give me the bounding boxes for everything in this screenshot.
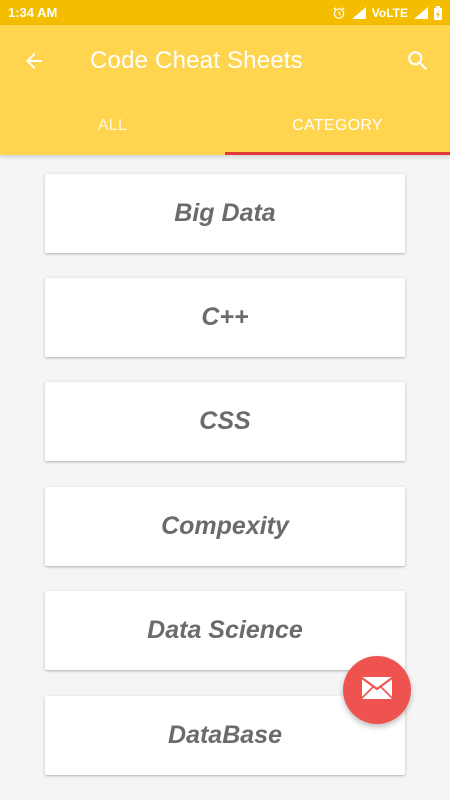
back-button[interactable] [16, 45, 52, 81]
signal-icon-2 [414, 6, 428, 19]
category-card-css[interactable]: CSS [45, 382, 405, 461]
alarm-icon [332, 6, 346, 20]
category-label: CSS [199, 407, 251, 435]
status-icons: VoLTE [332, 5, 442, 20]
battery-icon [434, 5, 442, 20]
tab-bar: ALL CATEGORY [0, 97, 450, 155]
app-bar: Code Cheat Sheets ALL CATEGORY [0, 25, 450, 155]
search-icon [405, 48, 431, 79]
search-button[interactable] [400, 45, 436, 81]
arrow-back-icon [22, 49, 46, 78]
status-time: 1:34 AM [8, 5, 58, 20]
category-card-data-science[interactable]: Data Science [45, 591, 405, 670]
mail-icon [361, 676, 393, 705]
network-label: VoLTE [371, 5, 408, 20]
category-label: Compexity [161, 512, 289, 540]
page-title: Code Cheat Sheets [90, 47, 303, 74]
signal-icon [351, 6, 366, 19]
category-label: DataBase [168, 721, 282, 749]
mail-fab-button[interactable] [343, 656, 411, 724]
tab-all[interactable]: ALL [0, 97, 225, 155]
status-bar: 1:34 AM VoLTE [0, 0, 450, 25]
category-card-big-data[interactable]: Big Data [45, 174, 405, 253]
category-label: Big Data [174, 199, 276, 227]
category-label: C++ [201, 303, 249, 331]
category-card-cpp[interactable]: C++ [45, 278, 405, 357]
category-card-compexity[interactable]: Compexity [45, 487, 405, 566]
tab-category[interactable]: CATEGORY [225, 97, 450, 155]
category-label: Data Science [147, 616, 303, 644]
toolbar: Code Cheat Sheets [0, 25, 450, 97]
